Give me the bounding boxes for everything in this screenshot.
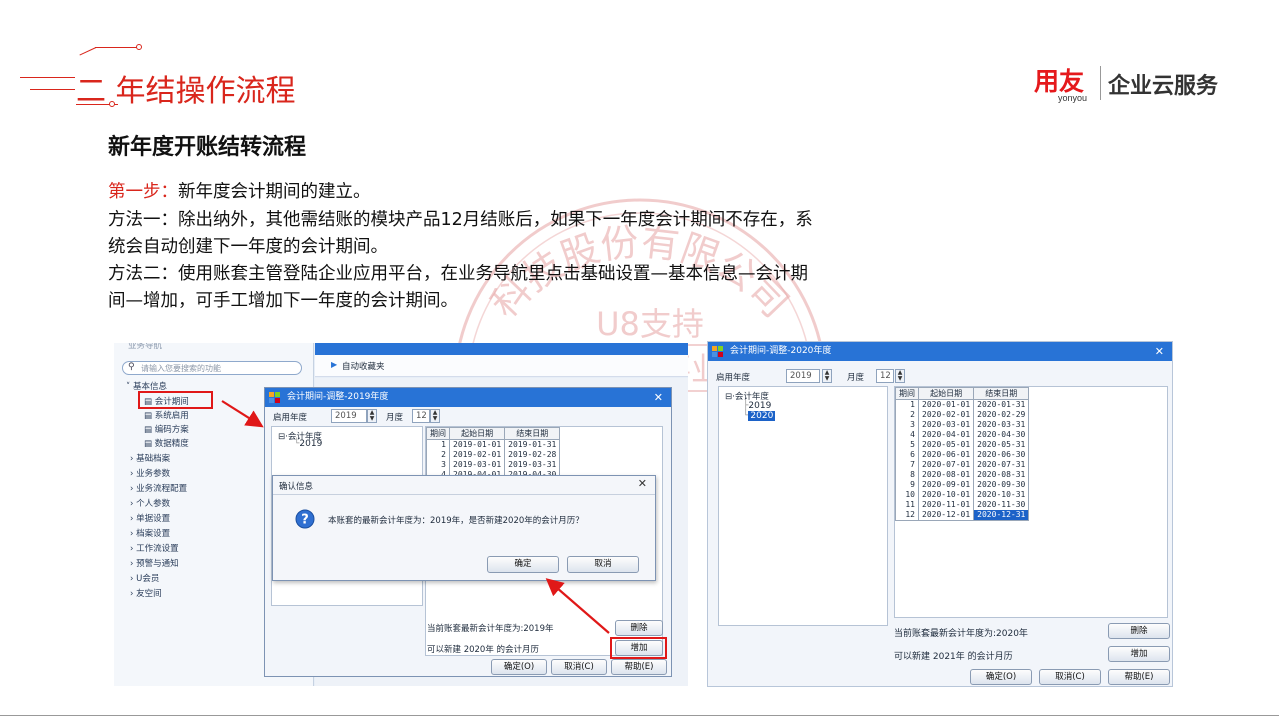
table-row[interactable]: 8 2020-08-01 2020-08-31 [895,470,1030,480]
deco-line-top [95,47,137,48]
table-row[interactable]: 4 2020-04-01 2020-04-30 [895,430,1030,440]
arrow-to-dialog [221,400,264,428]
brand-divider [1100,66,1101,100]
start-year-field[interactable]: 2019 [786,369,820,383]
method1-line2: 统会自动创建下一年度的会计期间。 [108,237,388,257]
help-button[interactable]: 帮助(E) [1108,669,1170,685]
app-grid-icon [712,346,723,357]
status-new-year: 可以新建 2021年 的会计月历 [894,652,1013,662]
deco-line-mid-2 [30,89,75,90]
start-year-label: 启用年度 [716,373,751,383]
status-latest-year: 当前账套最新会计年度为:2020年 [894,629,1028,639]
year-tree: ⊟·会计年度 ├2019 └ 2020 [718,386,888,626]
step-label: 第一步： [108,182,178,202]
table-row[interactable]: 2 2020-02-01 2020-02-29 [895,410,1030,420]
section-title: 二 年结操作流程 [76,74,296,109]
table-row[interactable]: 6 2020-06-01 2020-06-30 [895,450,1030,460]
add-button[interactable]: 增加 [1108,646,1170,662]
arrow-to-confirm [545,578,610,634]
year-spinner[interactable]: ▲ ▼ [822,369,832,383]
table-row[interactable]: 5 2020-05-01 2020-05-31 [895,440,1030,450]
dialog-title: 会计期间-调整-2020年度 [730,346,832,356]
ok-button[interactable]: 确定(O) [970,669,1032,685]
brand-sub: yonyou [1058,93,1088,103]
brand-logo: 用友 yonyou 企业云服务 [1034,62,1254,106]
table-row[interactable]: 11 2020-11-01 2020-11-30 [895,500,1030,510]
month-label: 月度 [847,373,865,383]
tree-year-2020[interactable]: └ 2020 [743,411,776,421]
brand-slogan: 企业云服务 [1108,74,1219,99]
tree-year-2019[interactable]: ├2019 [743,401,771,411]
annotation-arrows [221,400,610,634]
step-text: 新年度会计期间的建立。 [178,182,371,202]
col-header-end: 结束日期 [973,387,1030,400]
right-screenshot: 会计期间-调整-2020年度 ✕ 启用年度 2019 ▲ ▼ 月度 12 ▲ ▼ ⊟… [707,341,1173,687]
collapse-icon: ⊟ [725,392,733,402]
table-row-selected[interactable]: 12 2020-12-01 2020-12-31 [895,510,1030,521]
step-one-line: 第一步：新年度会计期间的建立。 [108,181,371,203]
close-icon[interactable]: ✕ [1155,342,1164,361]
period-table-pane: 期间 起始日期 结束日期 1 2020-01-01 2020-01-31 2 2020… [894,386,1168,618]
dialog-title-bar: 会计期间-调整-2020年度 ✕ [708,342,1172,361]
deco-line-top-slant [79,47,97,56]
table-row[interactable]: 3 2020-03-01 2020-03-31 [895,420,1030,430]
cancel-button[interactable]: 取消(C) [1039,669,1101,685]
method2-line2: 间—增加，可手工增加下一年度的会计期间。 [108,291,458,311]
deco-line-mid-1 [20,77,75,78]
delete-button[interactable]: 删除 [1108,623,1170,639]
page-heading: 新年度开账结转流程 [108,135,307,160]
left-screenshot: 业务导航 ⚲ 请输入您要搜索的功能 ˅ 基本信息 ▤ 会计期间 ▤ 系统启用 ▤… [114,343,688,686]
col-header-period: 期间 [895,387,919,400]
footer-rule [0,715,1279,716]
month-spinner[interactable]: ▲ ▼ [895,369,905,383]
deco-dot-top [136,44,142,50]
period-table: 期间 起始日期 结束日期 1 2020-01-01 2020-01-31 2 2020… [895,387,1030,521]
table-row[interactable]: 10 2020-10-01 2020-10-31 [895,490,1030,500]
col-header-start: 起始日期 [917,387,975,400]
seal-center-text: U8支持 [596,305,704,343]
table-row[interactable]: 9 2020-09-01 2020-09-30 [895,480,1030,490]
method1-line1: 方法一：除出纳外，其他需结账的模块产品12月结账后，如果下一年度会计期间不存在，… [108,210,813,230]
table-row[interactable]: 7 2020-07-01 2020-07-31 [895,460,1030,470]
method2-line1: 方法二：使用账套主管登陆企业应用平台，在业务导航里点击基础设置—基本信息—会计期 [108,264,808,284]
month-field[interactable]: 12 [876,369,894,383]
table-row[interactable]: 1 2020-01-01 2020-01-31 [895,399,1030,410]
